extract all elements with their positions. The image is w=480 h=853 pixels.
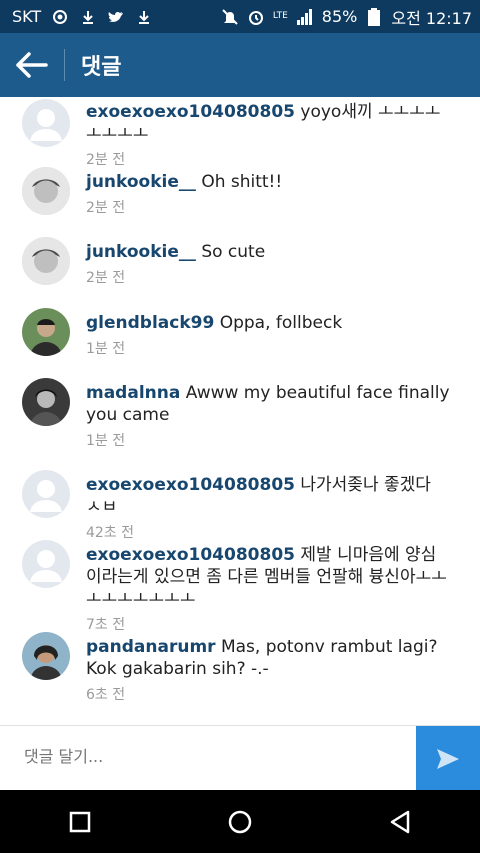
default-avatar-icon [30,480,62,512]
page-title: 댓글 [81,55,122,80]
comment-username[interactable]: exoexoexo104080805 [86,102,295,122]
comment-username[interactable]: exoexoexo104080805 [86,545,295,565]
back-arrow-icon [16,52,48,78]
lte-label: LTE [272,11,288,21]
avatar[interactable] [22,308,70,356]
avatar[interactable] [22,378,70,426]
battery-percent: 85% [321,7,358,26]
back-button[interactable] [0,33,64,97]
circle-icon [51,8,69,26]
comment-username[interactable]: junkookie__ [86,242,196,262]
recent-apps-button[interactable] [50,797,110,847]
comment-time: 2분 전 [86,200,126,216]
comment-text: Oh shitt!! [201,172,283,192]
comment-username[interactable]: exoexoexo104080805 [86,475,295,495]
download-icon [79,8,97,26]
comment-text: So cute [201,242,266,262]
default-avatar-icon [30,109,62,141]
comment-input[interactable] [22,746,386,767]
square-icon [69,811,91,832]
nav-back-button[interactable] [370,797,430,847]
comment-time: 2분 전 [86,152,126,168]
comment-time: 6초 전 [86,687,126,703]
user-photo-icon [22,167,70,215]
signal-icon [296,8,314,26]
triangle-back-icon [390,810,410,833]
comment-time: 2분 전 [86,270,126,286]
comment-time: 7초 전 [86,617,126,633]
avatar[interactable] [22,237,70,285]
comment-username[interactable]: glendblack99 [86,313,214,333]
user-photo-icon [22,237,70,285]
status-bar: SKT LTE 85% 오전 12:17 [0,0,480,33]
carrier-label: SKT [12,7,42,26]
avatar[interactable] [22,470,70,518]
avatar[interactable] [22,540,70,588]
send-icon [437,748,459,769]
system-nav-bar [0,790,480,853]
comment-username[interactable]: madalnna [86,383,180,403]
header-divider [64,49,65,81]
user-photo-icon [22,378,70,426]
comment-time: 42초 전 [86,525,135,541]
comment-username[interactable]: junkookie__ [86,172,196,192]
send-button[interactable] [416,726,480,791]
comment-text: Oppa, follbeck [219,313,343,333]
avatar[interactable] [22,632,70,680]
circle-home-icon [228,810,252,833]
comment-username[interactable]: pandanarumr [86,637,216,657]
user-photo-icon [22,632,70,680]
home-button[interactable] [210,797,270,847]
twitter-icon [107,8,125,26]
battery-icon [365,7,383,26]
download-icon-2 [135,8,153,26]
user-photo-icon [22,308,70,356]
comment-time: 1분 전 [86,341,126,357]
mute-icon [221,8,239,26]
comment-input-bar [0,725,480,791]
avatar[interactable] [22,99,70,147]
comment-time: 1분 전 [86,433,126,449]
avatar[interactable] [22,167,70,215]
app-header: 댓글 [0,33,480,97]
comment-list[interactable]: exoexoexo104080805 yoyo새끼 ㅗㅗㅗㅗㅗㅗㅗㅗ 2분 전 … [0,97,480,725]
clock-time: 오전 12:17 [391,8,472,28]
default-avatar-icon [30,550,62,582]
alarm-icon [247,8,265,26]
